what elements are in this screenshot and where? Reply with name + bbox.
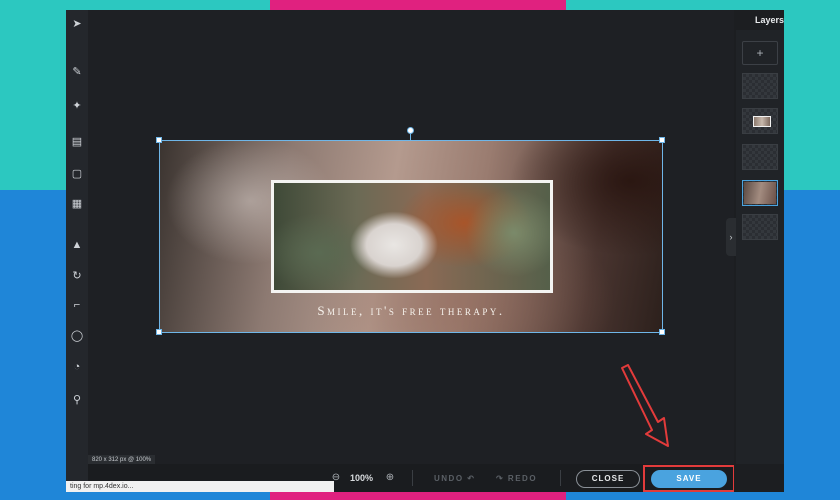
grid-tool-icon[interactable]: ▦ bbox=[68, 194, 86, 212]
clock-tool-icon[interactable]: ◔ bbox=[68, 358, 86, 376]
zoom-level: 100% bbox=[350, 473, 374, 483]
layer-item[interactable] bbox=[742, 214, 778, 240]
frame-strip-right-upper bbox=[784, 0, 840, 190]
editor-screen: ➤ ✎ ✦ ▤ ▢ ▦ ▲ ↻ ⌐ ◯ ◔ ⚲ Smile, it's free… bbox=[0, 0, 840, 500]
browser-status-bar: ting for mp.4dex.io... bbox=[66, 481, 334, 492]
redo-button[interactable]: ↷ REDO bbox=[496, 474, 537, 483]
collapse-panel-icon[interactable]: › bbox=[726, 218, 736, 256]
layer-thumbnail bbox=[753, 116, 771, 127]
divider bbox=[412, 470, 413, 486]
zoom-in-icon[interactable]: ⊕ bbox=[384, 472, 396, 484]
selection-box[interactable] bbox=[159, 140, 663, 333]
frame-strip-left-upper bbox=[0, 0, 66, 190]
undo-button[interactable]: UNDO ↶ bbox=[434, 474, 475, 483]
resize-handle-bottom-left[interactable] bbox=[156, 329, 162, 335]
frame-strip-right-lower bbox=[784, 190, 840, 500]
select-tool-icon[interactable]: ➤ bbox=[68, 14, 86, 32]
layer-item[interactable] bbox=[742, 108, 778, 134]
layer-item[interactable] bbox=[742, 144, 778, 170]
layer-thumbnail bbox=[744, 182, 776, 204]
rotate-handle[interactable] bbox=[407, 127, 414, 134]
brush-tool-icon[interactable]: ✎ bbox=[68, 62, 86, 80]
left-toolbar: ➤ ✎ ✦ ▤ ▢ ▦ ▲ ↻ ⌐ ◯ ◔ ⚲ bbox=[66, 10, 88, 492]
crop-tool-icon[interactable]: ⌐ bbox=[68, 296, 86, 314]
add-layer-button[interactable]: + bbox=[742, 41, 778, 65]
layer-item-selected[interactable] bbox=[742, 180, 778, 206]
divider bbox=[560, 470, 561, 486]
resize-handle-bottom-right[interactable] bbox=[659, 329, 665, 335]
layers-tool-icon[interactable]: ▤ bbox=[68, 132, 86, 150]
rotate-tool-icon[interactable]: ↻ bbox=[68, 266, 86, 284]
star-tool-icon[interactable]: ✦ bbox=[68, 96, 86, 114]
frame-strip-top-center bbox=[270, 0, 566, 10]
circle-tool-icon[interactable]: ◯ bbox=[68, 326, 86, 344]
drop-tool-icon[interactable]: ▲ bbox=[68, 236, 86, 254]
close-button[interactable]: CLOSE bbox=[576, 470, 640, 488]
frame-strip-bottom-center bbox=[270, 492, 566, 500]
frame-strip-left-lower bbox=[0, 190, 66, 500]
resize-handle-top-left[interactable] bbox=[156, 137, 162, 143]
pin-tool-icon[interactable]: ⚲ bbox=[68, 390, 86, 408]
layer-item[interactable] bbox=[742, 73, 778, 99]
frame-strip-bottom-left bbox=[0, 492, 270, 500]
red-arrow-annotation bbox=[621, 364, 669, 447]
rotate-connector bbox=[410, 133, 411, 141]
frame-tool-icon[interactable]: ▢ bbox=[68, 164, 86, 182]
frame-strip-bottom-right bbox=[566, 492, 840, 500]
layers-panel-title: Layers bbox=[755, 15, 785, 25]
resize-handle-top-right[interactable] bbox=[659, 137, 665, 143]
save-highlight-box bbox=[643, 465, 735, 492]
